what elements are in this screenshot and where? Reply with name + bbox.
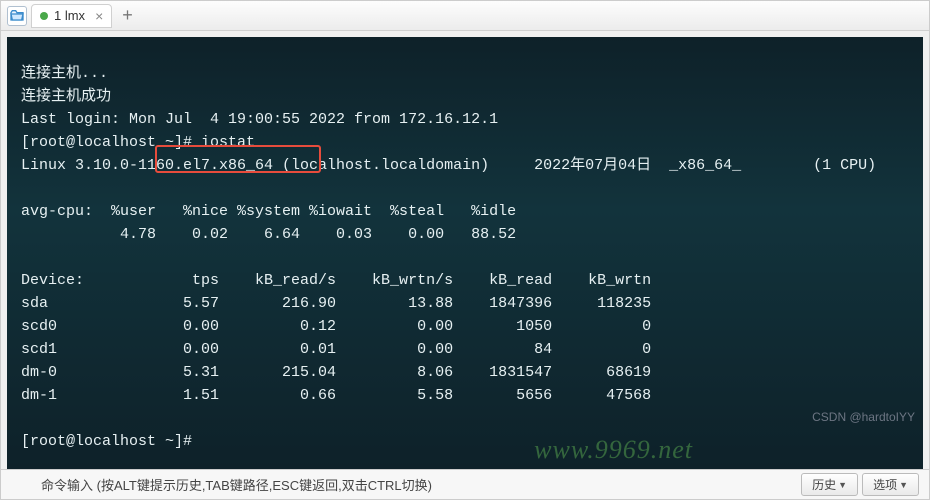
command-input-hint[interactable]: 命令输入 (按ALT键提示历史,TAB键路径,ESC键返回,双击CTRL切换) <box>11 475 797 494</box>
terminal-output: 连接主机... 连接主机成功 Last login: Mon Jul 4 19:… <box>7 52 923 454</box>
terminal-panel[interactable]: 连接主机... 连接主机成功 Last login: Mon Jul 4 19:… <box>7 37 923 469</box>
options-button[interactable]: 选项 ▼ <box>862 473 919 496</box>
open-folder-button[interactable] <box>7 6 27 26</box>
chevron-down-icon: ▼ <box>899 480 908 490</box>
tab-session-1[interactable]: 1 lmx × <box>31 4 112 28</box>
chevron-down-icon: ▼ <box>838 480 847 490</box>
bottom-bar: 命令输入 (按ALT键提示历史,TAB键路径,ESC键返回,双击CTRL切换) … <box>1 469 929 499</box>
folder-open-icon <box>9 8 25 24</box>
watermark-csdn: CSDN @hardtoIYY <box>812 410 915 424</box>
tab-label: 1 lmx <box>54 8 85 23</box>
status-dot-icon <box>40 12 48 20</box>
history-button[interactable]: 历史 ▼ <box>801 473 858 496</box>
tab-close-button[interactable]: × <box>95 8 103 24</box>
tab-bar: 1 lmx × + <box>1 1 929 31</box>
add-tab-button[interactable]: + <box>116 5 139 26</box>
